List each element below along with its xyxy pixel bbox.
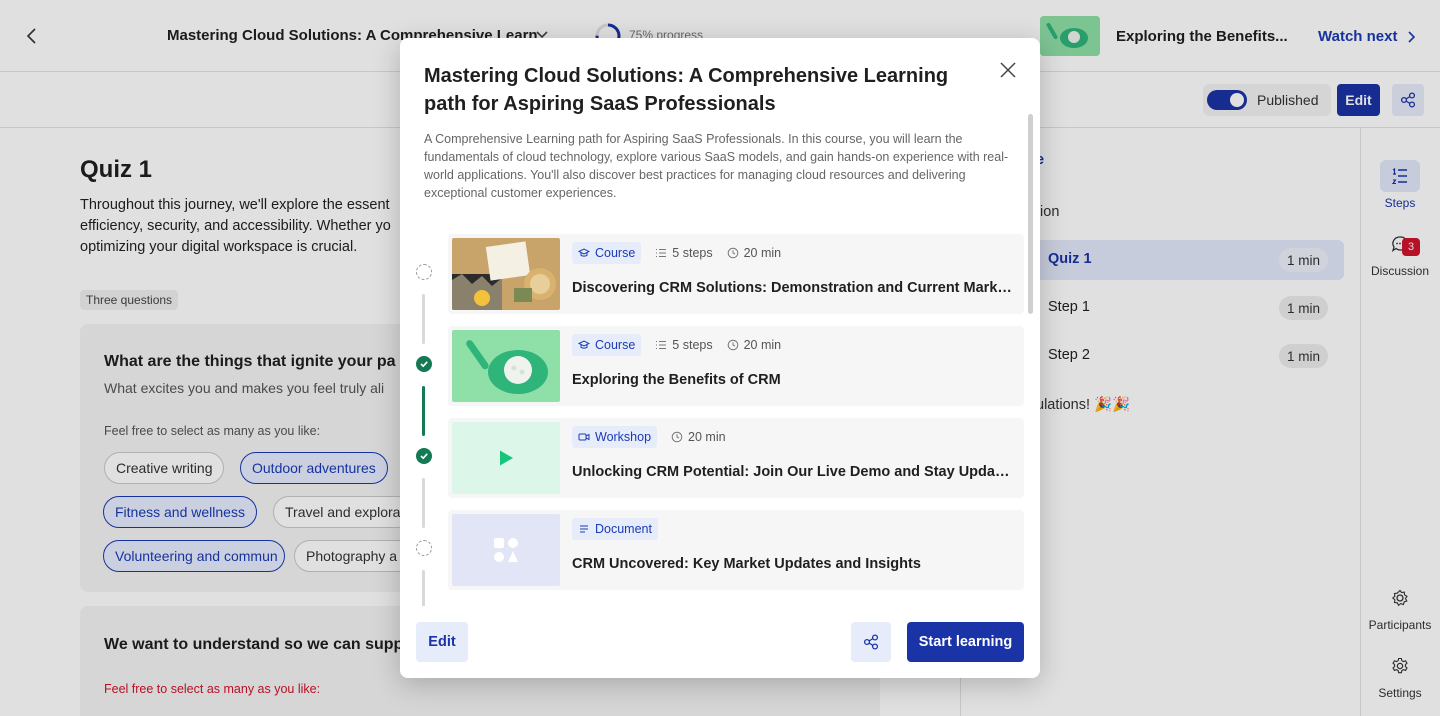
steps-label: 5 steps xyxy=(672,246,713,260)
duration: 20 min xyxy=(727,246,782,260)
duration-label: 20 min xyxy=(743,338,782,352)
video-icon xyxy=(578,433,590,441)
steps-count: 5 steps xyxy=(655,246,713,260)
duration: 20 min xyxy=(727,338,782,352)
shapes-icon xyxy=(494,538,518,562)
modal-footer: Edit Start learning xyxy=(400,606,1040,678)
pending-step-icon xyxy=(416,540,432,556)
type-tag: Course xyxy=(572,334,642,356)
list-icon xyxy=(656,341,667,349)
duration-label: 20 min xyxy=(688,430,726,444)
type-label: Workshop xyxy=(595,430,652,444)
item-meta: Course 5 steps 20 min xyxy=(572,334,781,356)
timeline-segment xyxy=(422,478,425,528)
clock-icon xyxy=(727,247,738,259)
type-label: Course xyxy=(595,338,636,352)
share-icon xyxy=(863,634,879,650)
path-item[interactable]: Document CRM Uncovered: Key Market Updat… xyxy=(448,510,1024,590)
path-item[interactable]: Course 5 steps 20 min Discovering CRM So… xyxy=(448,234,1024,314)
graduation-cap-icon xyxy=(578,248,590,257)
item-thumbnail xyxy=(452,238,560,310)
item-thumbnail xyxy=(452,422,560,494)
start-learning-button[interactable]: Start learning xyxy=(907,622,1024,662)
type-tag: Workshop xyxy=(572,426,658,448)
learning-path-modal: Mastering Cloud Solutions: A Comprehensi… xyxy=(400,38,1040,678)
list-icon xyxy=(656,249,667,257)
path-item[interactable]: Course 5 steps 20 min Exploring the Bene… xyxy=(448,326,1024,406)
item-title: Exploring the Benefits of CRM xyxy=(572,372,781,388)
type-label: Course xyxy=(595,246,636,260)
type-tag: Document xyxy=(572,518,658,540)
item-title: CRM Uncovered: Key Market Updates and In… xyxy=(572,556,921,572)
item-meta: Course 5 steps 20 min xyxy=(572,242,781,264)
timeline-segment-complete xyxy=(422,386,425,436)
path-item[interactable]: Workshop 20 min Unlocking CRM Potential:… xyxy=(448,418,1024,498)
check-circle-icon xyxy=(416,356,432,372)
play-icon xyxy=(500,450,513,466)
duration-label: 20 min xyxy=(743,246,782,260)
document-icon xyxy=(580,525,588,533)
edit-button[interactable]: Edit xyxy=(416,622,468,662)
item-meta: Document xyxy=(572,518,658,540)
check-circle-icon xyxy=(416,448,432,464)
modal-description: A Comprehensive Learning path for Aspiri… xyxy=(424,132,1009,200)
close-button[interactable] xyxy=(996,58,1020,82)
modal-title: Mastering Cloud Solutions: A Comprehensi… xyxy=(424,65,949,115)
steps-count: 5 steps xyxy=(655,338,713,352)
close-icon xyxy=(1000,62,1016,78)
progress-timeline xyxy=(416,264,432,610)
item-title: Unlocking CRM Potential: Join Our Live D… xyxy=(572,464,1012,480)
item-thumbnail xyxy=(452,514,560,586)
type-tag: Course xyxy=(572,242,642,264)
share-button[interactable] xyxy=(851,622,891,662)
scrollbar[interactable] xyxy=(1028,114,1033,314)
type-label: Document xyxy=(595,522,652,536)
item-thumbnail xyxy=(452,330,560,402)
pending-step-icon xyxy=(416,264,432,280)
timeline-segment xyxy=(422,570,425,610)
item-title: Discovering CRM Solutions: Demonstration… xyxy=(572,280,1012,296)
clock-icon xyxy=(727,339,738,351)
clock-icon xyxy=(671,431,683,443)
steps-label: 5 steps xyxy=(672,338,713,352)
timeline-segment xyxy=(422,294,425,344)
graduation-cap-icon xyxy=(578,340,590,349)
item-meta: Workshop 20 min xyxy=(572,426,726,448)
duration: 20 min xyxy=(671,430,726,444)
